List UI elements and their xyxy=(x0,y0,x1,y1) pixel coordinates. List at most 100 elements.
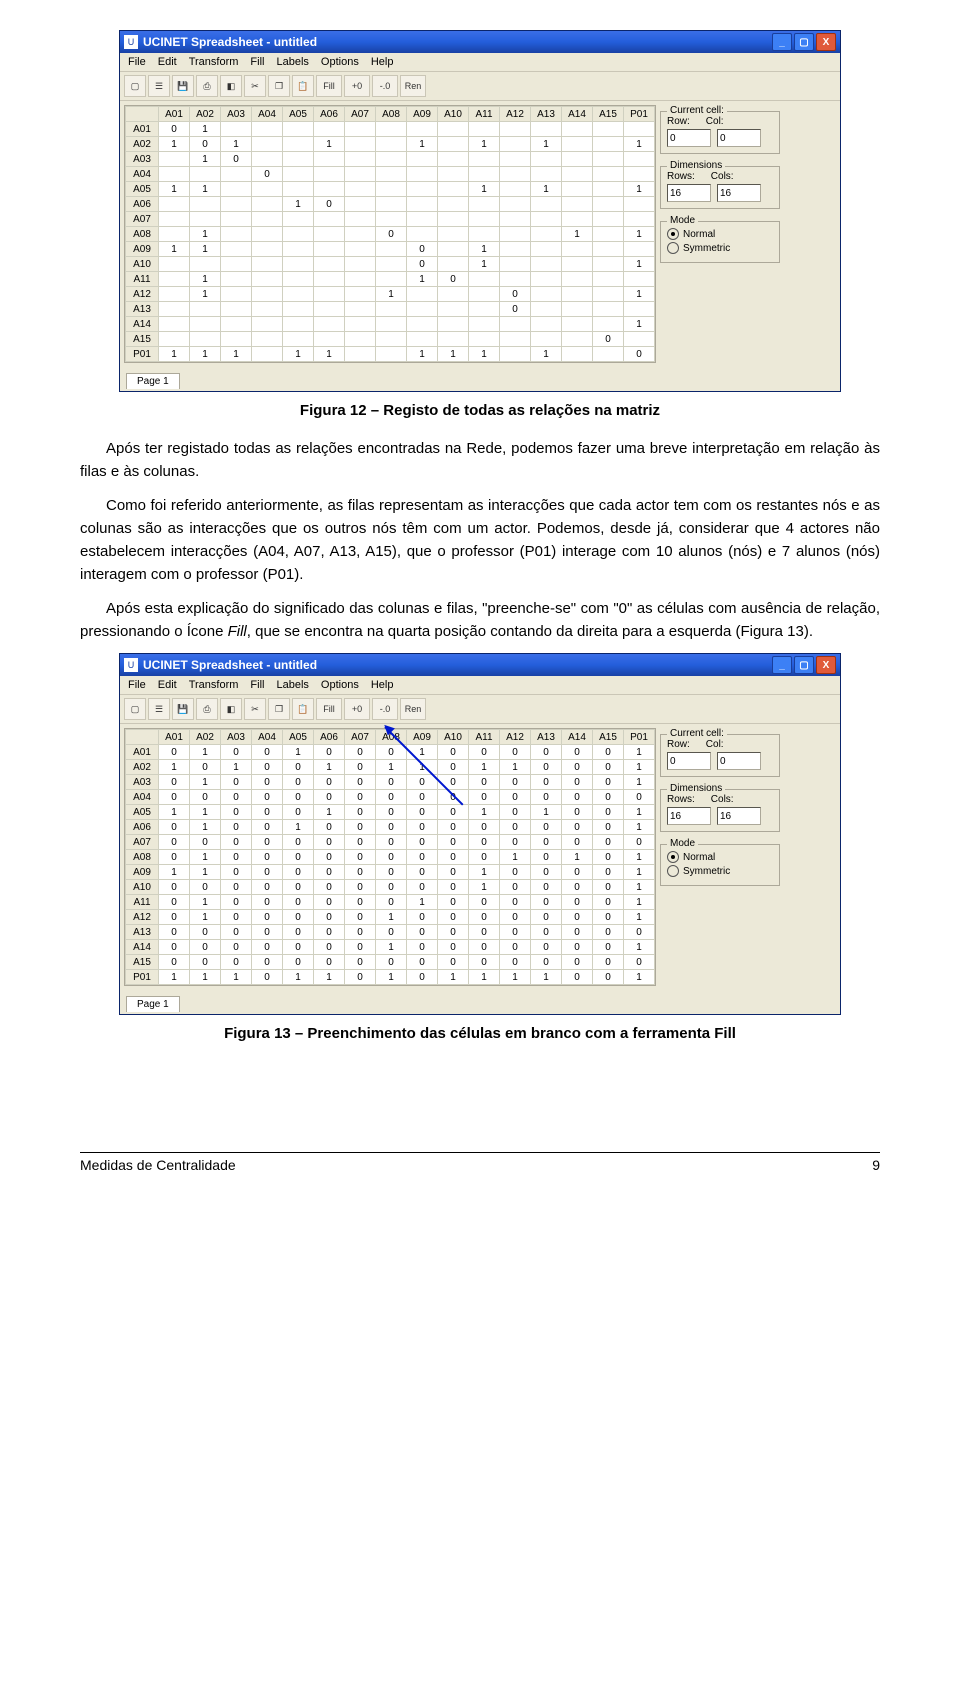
cell[interactable]: 0 xyxy=(407,940,438,955)
cell[interactable]: 0 xyxy=(531,835,562,850)
tool-icon[interactable]: ◧ xyxy=(220,698,242,720)
cell[interactable]: 1 xyxy=(376,970,407,985)
cell[interactable] xyxy=(252,212,283,227)
cell[interactable]: 0 xyxy=(438,820,469,835)
cell[interactable]: 0 xyxy=(221,152,252,167)
cell[interactable]: 0 xyxy=(221,895,252,910)
cell[interactable]: 1 xyxy=(221,137,252,152)
cell[interactable] xyxy=(438,137,469,152)
cell[interactable]: 0 xyxy=(159,955,190,970)
cell[interactable]: 1 xyxy=(376,760,407,775)
cell[interactable] xyxy=(252,332,283,347)
cell[interactable]: 1 xyxy=(190,122,221,137)
cell[interactable] xyxy=(345,182,376,197)
cell[interactable] xyxy=(345,122,376,137)
cell[interactable] xyxy=(438,152,469,167)
col-header[interactable]: A09 xyxy=(407,107,438,122)
cell[interactable] xyxy=(593,347,624,362)
cell[interactable] xyxy=(438,242,469,257)
cell[interactable]: 0 xyxy=(252,970,283,985)
cell[interactable]: 0 xyxy=(593,745,624,760)
col-header[interactable]: A02 xyxy=(190,730,221,745)
menu-labels[interactable]: Labels xyxy=(276,679,308,691)
cell[interactable] xyxy=(221,212,252,227)
cell[interactable]: 0 xyxy=(438,745,469,760)
cell[interactable] xyxy=(221,287,252,302)
cell[interactable] xyxy=(469,152,500,167)
cell[interactable]: 0 xyxy=(252,790,283,805)
col-header[interactable]: A06 xyxy=(314,107,345,122)
minus-dec-button[interactable]: -.0 xyxy=(372,75,398,97)
cell[interactable]: 0 xyxy=(252,910,283,925)
cell[interactable] xyxy=(624,197,655,212)
cell[interactable] xyxy=(531,332,562,347)
cell[interactable] xyxy=(500,212,531,227)
cell[interactable]: 0 xyxy=(221,955,252,970)
cell[interactable]: 0 xyxy=(159,940,190,955)
cell[interactable]: 0 xyxy=(283,850,314,865)
open-icon[interactable]: ☰ xyxy=(148,698,170,720)
cell[interactable]: 1 xyxy=(624,760,655,775)
cell[interactable]: 1 xyxy=(624,182,655,197)
cell[interactable]: 1 xyxy=(190,775,221,790)
cell[interactable]: 0 xyxy=(593,940,624,955)
cell[interactable]: 0 xyxy=(469,820,500,835)
cell[interactable]: 1 xyxy=(438,970,469,985)
cell[interactable]: 0 xyxy=(593,895,624,910)
cell[interactable]: 0 xyxy=(593,760,624,775)
cell[interactable]: 0 xyxy=(345,895,376,910)
cell[interactable] xyxy=(159,317,190,332)
cell[interactable]: 1 xyxy=(283,745,314,760)
cell[interactable] xyxy=(314,332,345,347)
cell[interactable]: 0 xyxy=(345,760,376,775)
cell[interactable]: 1 xyxy=(407,272,438,287)
cell[interactable] xyxy=(345,152,376,167)
cell[interactable]: 0 xyxy=(500,940,531,955)
row-header[interactable]: A10 xyxy=(126,257,159,272)
cell[interactable]: 0 xyxy=(500,895,531,910)
cell[interactable] xyxy=(593,257,624,272)
cell[interactable]: 0 xyxy=(562,760,593,775)
cell[interactable]: 0 xyxy=(190,940,221,955)
cell[interactable]: 0 xyxy=(221,910,252,925)
cell[interactable] xyxy=(376,332,407,347)
new-icon[interactable]: ▢ xyxy=(124,698,146,720)
cell[interactable] xyxy=(562,272,593,287)
cell[interactable] xyxy=(469,122,500,137)
cell[interactable]: 0 xyxy=(221,790,252,805)
cut-icon[interactable]: ✂ xyxy=(244,698,266,720)
row-header[interactable]: A15 xyxy=(126,955,159,970)
col-header[interactable]: A15 xyxy=(593,107,624,122)
cell[interactable]: 0 xyxy=(531,820,562,835)
row-header[interactable]: A07 xyxy=(126,835,159,850)
cell[interactable] xyxy=(407,227,438,242)
cell[interactable] xyxy=(500,137,531,152)
cell[interactable] xyxy=(283,122,314,137)
cell[interactable] xyxy=(221,197,252,212)
save-icon[interactable]: 💾 xyxy=(172,75,194,97)
cell[interactable] xyxy=(500,197,531,212)
save-icon[interactable]: 💾 xyxy=(172,698,194,720)
cell[interactable]: 0 xyxy=(500,955,531,970)
ren-button[interactable]: Ren xyxy=(400,698,426,720)
cell[interactable] xyxy=(376,317,407,332)
cell[interactable]: 1 xyxy=(624,820,655,835)
cell[interactable] xyxy=(469,197,500,212)
cell[interactable] xyxy=(283,257,314,272)
cell[interactable]: 0 xyxy=(531,865,562,880)
cell[interactable] xyxy=(593,212,624,227)
cell[interactable]: 0 xyxy=(562,940,593,955)
cell[interactable] xyxy=(407,287,438,302)
cell[interactable] xyxy=(221,227,252,242)
cell[interactable]: 0 xyxy=(221,820,252,835)
cell[interactable] xyxy=(376,302,407,317)
cell[interactable]: 0 xyxy=(562,745,593,760)
cell[interactable]: 1 xyxy=(190,865,221,880)
cell[interactable]: 0 xyxy=(500,790,531,805)
cell[interactable]: 0 xyxy=(376,820,407,835)
cell[interactable]: 0 xyxy=(562,925,593,940)
cell[interactable] xyxy=(221,317,252,332)
col-header[interactable]: A13 xyxy=(531,107,562,122)
cell[interactable]: 1 xyxy=(531,347,562,362)
cell[interactable]: 0 xyxy=(376,805,407,820)
